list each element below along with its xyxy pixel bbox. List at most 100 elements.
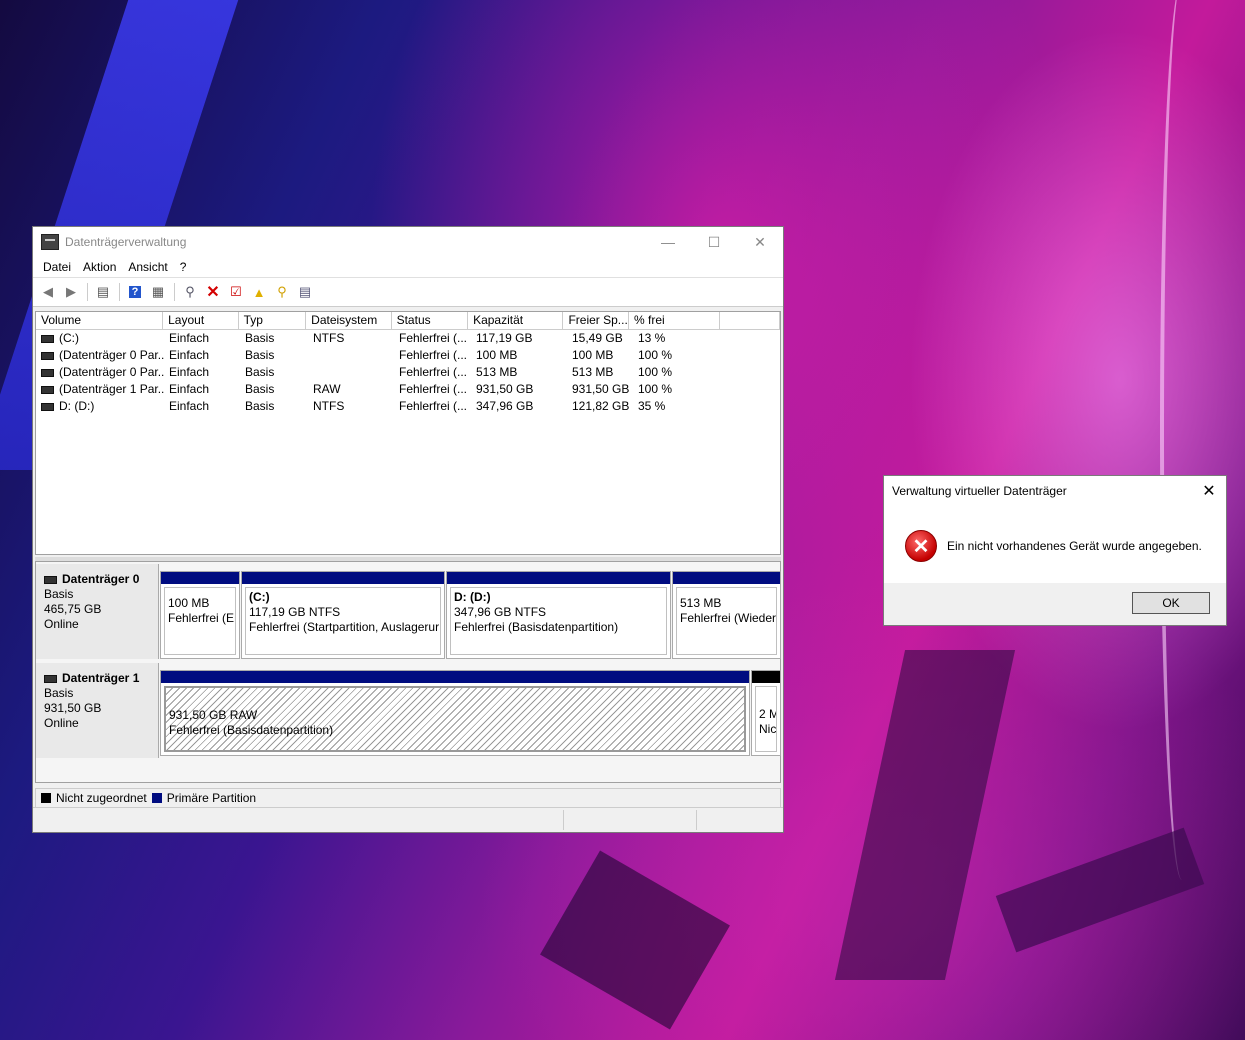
disk-0-partition-d[interactable]: D: (D:) 347,96 GB NTFS Fehlerfrei (Basis…	[446, 571, 671, 659]
list-view-icon[interactable]: ▤	[92, 281, 114, 303]
cell-typ: Basis	[245, 331, 275, 345]
cell-dateisystem: RAW	[313, 382, 341, 396]
cell-status: Fehlerfrei (...	[399, 331, 468, 345]
partition-status: Fehlerfrei (Startpartition, Auslagerur	[249, 620, 440, 634]
volume-list[interactable]: Volume Layout Typ Dateisystem Status Kap…	[35, 311, 781, 555]
cell-status: Fehlerfrei (...	[399, 348, 468, 362]
status-divider	[563, 810, 564, 830]
dialog-title: Verwaltung virtueller Datenträger	[892, 484, 1067, 498]
help-icon[interactable]: ?	[124, 281, 146, 303]
partition-size: 100 MB	[168, 596, 210, 610]
disk-1-type: Basis	[44, 686, 74, 700]
cell-freier-speicher: 513 MB	[572, 365, 614, 379]
primary-partition-bar	[161, 572, 239, 584]
check-icon[interactable]: ☑	[225, 281, 247, 303]
partition-status: Fehlerfrei (Basisdatenpartition)	[454, 620, 619, 634]
primary-partition-bar	[673, 572, 780, 584]
minimize-button[interactable]: —	[645, 227, 691, 257]
disk-0-info[interactable]: Datenträger 0 Basis 465,75 GB Online	[36, 564, 159, 659]
disk-0-type: Basis	[44, 587, 74, 601]
properties-icon[interactable]: ▦	[147, 281, 169, 303]
dialog-close-button[interactable]: ✕	[1192, 476, 1226, 506]
cell-prozent-frei: 35 %	[638, 399, 666, 413]
column-header-prozent-frei[interactable]: % frei	[629, 312, 721, 329]
cell-freier-speicher: 121,82 GB	[572, 399, 630, 413]
table-row[interactable]: (Datenträger 1 Par... Einfach Basis RAW …	[36, 381, 780, 398]
disk-icon	[44, 575, 57, 584]
cell-volume: (Datenträger 1 Par...	[59, 382, 164, 396]
folder-up-icon[interactable]: ▲	[248, 281, 270, 303]
cell-freier-speicher: 100 MB	[572, 348, 614, 362]
table-row[interactable]: (Datenträger 0 Par... Einfach Basis Fehl…	[36, 364, 780, 381]
toolbar-separator	[174, 283, 175, 301]
cell-kapazitaet: 347,96 GB	[476, 399, 534, 413]
drive-icon	[41, 385, 54, 394]
column-header-volume[interactable]: Volume	[36, 312, 164, 329]
column-header-kapazitaet[interactable]: Kapazität	[468, 312, 564, 329]
close-button[interactable]: ✕	[737, 227, 783, 257]
disk-icon	[44, 674, 57, 683]
disk-0-partition-recovery[interactable]: 513 MB Fehlerfrei (Wiederl	[672, 571, 781, 659]
forward-arrow-icon[interactable]: ▶	[60, 281, 82, 303]
disk-0-row: Datenträger 0 Basis 465,75 GB Online 100…	[36, 564, 781, 661]
maximize-button[interactable]: ☐	[691, 227, 737, 257]
menu-help[interactable]: ?	[174, 260, 193, 274]
drive-icon	[41, 402, 54, 411]
cell-volume: (Datenträger 0 Par...	[59, 365, 164, 379]
connect-icon[interactable]: ⚲	[179, 281, 201, 303]
column-header-status[interactable]: Status	[392, 312, 469, 329]
unallocated-bar	[752, 671, 780, 683]
wallpaper-light-arc	[1160, 0, 1204, 880]
partition-status: Fehlerfrei (Wiederl	[680, 611, 777, 625]
disk-management-window: Datenträgerverwaltung — ☐ ✕ Datei Aktion…	[32, 226, 784, 833]
wallpaper-shard	[834, 650, 1016, 980]
wallpaper-shard	[995, 827, 1205, 953]
column-header-empty	[720, 312, 780, 329]
disk-1-partition-raw[interactable]: 931,50 GB RAW Fehlerfrei (Basisdatenpart…	[160, 670, 750, 756]
partition-size: 513 MB	[680, 596, 722, 610]
back-arrow-icon[interactable]: ◀	[37, 281, 59, 303]
legend-primary: Primäre Partition	[166, 791, 257, 805]
dialog-message: Ein nicht vorhandenes Gerät wurde angege…	[947, 539, 1202, 553]
status-bar	[33, 807, 783, 832]
column-header-freier-speicher[interactable]: Freier Sp...	[563, 312, 629, 329]
partition-title: D: (D:)	[454, 590, 491, 604]
disk-1-info[interactable]: Datenträger 1 Basis 931,50 GB Online	[36, 663, 159, 758]
disk-1-name: Datenträger 1	[62, 671, 140, 685]
menu-ansicht[interactable]: Ansicht	[122, 260, 173, 274]
delete-icon[interactable]: ✕	[202, 281, 224, 303]
cell-typ: Basis	[245, 382, 275, 396]
settings-icon[interactable]: ▤	[294, 281, 316, 303]
disk-0-partition-c[interactable]: (C:) 117,19 GB NTFS Fehlerfrei (Startpar…	[241, 571, 445, 659]
cell-typ: Basis	[245, 348, 275, 362]
cell-prozent-frei: 100 %	[638, 382, 673, 396]
partition-size: 2 M	[759, 707, 776, 721]
cell-layout: Einfach	[169, 365, 210, 379]
disk-0-status: Online	[44, 617, 79, 631]
ok-button[interactable]: OK	[1132, 592, 1210, 614]
search-folder-icon[interactable]: ⚲	[271, 281, 293, 303]
column-header-dateisystem[interactable]: Dateisystem	[306, 312, 392, 329]
cell-status: Fehlerfrei (...	[399, 382, 468, 396]
toolbar: ◀ ▶ ▤ ? ▦ ⚲ ✕ ☑ ▲ ⚲ ▤	[33, 277, 783, 307]
column-header-typ[interactable]: Typ	[239, 312, 307, 329]
primary-partition-bar	[161, 671, 749, 683]
cell-layout: Einfach	[169, 382, 210, 396]
disk-0-partition-efi[interactable]: 100 MB Fehlerfrei (EF	[160, 571, 240, 659]
cell-typ: Basis	[245, 399, 275, 413]
menu-datei[interactable]: Datei	[37, 260, 77, 274]
menu-aktion[interactable]: Aktion	[77, 260, 122, 274]
disk-1-unallocated[interactable]: 2 M Nic	[751, 670, 781, 756]
window-title: Datenträgerverwaltung	[65, 235, 187, 249]
cell-dateisystem	[308, 347, 394, 364]
table-row[interactable]: (C:) Einfach Basis NTFS Fehlerfrei (... …	[36, 330, 780, 347]
table-row[interactable]: D: (D:) Einfach Basis NTFS Fehlerfrei (.…	[36, 398, 780, 415]
dialog-title-bar[interactable]: Verwaltung virtueller Datenträger ✕	[884, 476, 1226, 506]
column-header-layout[interactable]: Layout	[163, 312, 239, 329]
error-dialog: Verwaltung virtueller Datenträger ✕ ✕ Ei…	[883, 475, 1227, 626]
table-row[interactable]: (Datenträger 0 Par... Einfach Basis Fehl…	[36, 347, 780, 364]
title-bar[interactable]: Datenträgerverwaltung — ☐ ✕	[33, 227, 783, 257]
cell-layout: Einfach	[169, 331, 210, 345]
toolbar-separator	[87, 283, 88, 301]
disk-graphical-view: Datenträger 0 Basis 465,75 GB Online 100…	[35, 561, 781, 783]
